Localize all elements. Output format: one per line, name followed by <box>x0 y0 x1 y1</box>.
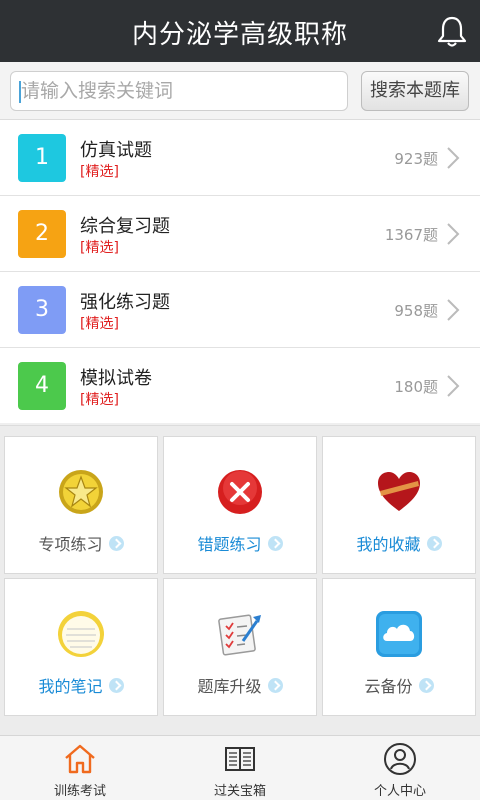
chevron-right-icon <box>108 536 124 551</box>
item-tag: [精选] <box>80 392 119 408</box>
grid-item-special-practice[interactable]: 专项练习 <box>4 436 158 574</box>
item-title: 强化练习题 <box>80 292 170 313</box>
page-title: 内分泌学高级职称 <box>131 20 348 50</box>
nav-item-profile[interactable]: 个人中心 <box>320 736 480 800</box>
wrong-x-icon <box>218 470 262 514</box>
grid-item-cloud-backup[interactable]: 云备份 <box>322 578 476 716</box>
home-icon <box>65 744 95 774</box>
grid-item-bank-upgrade[interactable]: 题库升级 <box>163 578 317 716</box>
chevron-right-icon <box>418 678 434 693</box>
number-badge: 2 <box>18 210 66 258</box>
chevron-right-icon <box>447 299 460 321</box>
grid-label: 云备份 <box>364 677 413 696</box>
item-title: 模拟试卷 <box>80 368 152 389</box>
nav-item-training[interactable]: 训练考试 <box>0 736 160 800</box>
list-item[interactable]: 4 模拟试卷 [精选] 180题 <box>0 348 480 423</box>
cloud-backup-icon <box>376 611 422 657</box>
grid-label: 我的笔记 <box>38 677 103 696</box>
grid-item-my-favorites[interactable]: 我的收藏 <box>322 436 476 574</box>
text-caret <box>19 81 21 103</box>
item-title: 综合复习题 <box>80 216 170 237</box>
item-tag: [精选] <box>80 316 119 332</box>
chevron-right-icon <box>447 375 460 397</box>
grid-label: 题库升级 <box>197 677 262 696</box>
item-count: 180题 <box>394 378 438 396</box>
chevron-right-icon <box>447 223 460 245</box>
search-input[interactable] <box>10 71 348 111</box>
nav-label: 训练考试 <box>53 784 106 799</box>
grid-label: 专项练习 <box>38 535 103 554</box>
list-item[interactable]: 3 强化练习题 [精选] 958题 <box>0 272 480 348</box>
item-title: 仿真试题 <box>80 140 152 161</box>
chevron-right-icon <box>447 147 460 169</box>
nav-label: 过关宝箱 <box>213 784 266 799</box>
search-button[interactable]: 搜索本题库 <box>361 71 469 111</box>
chevron-right-icon <box>108 678 124 693</box>
notepad-icon <box>58 611 104 657</box>
number-badge: 4 <box>18 362 66 410</box>
list-item[interactable]: 1 仿真试题 [精选] 923题 <box>0 120 480 196</box>
chevron-right-icon <box>267 678 283 693</box>
nav-item-treasure[interactable]: 过关宝箱 <box>160 736 320 800</box>
book-icon <box>225 747 255 771</box>
chevron-right-icon <box>267 536 283 551</box>
feature-grid: 专项练习 错题练习 我的收藏 我的笔记 题库升级 云备份 <box>0 425 480 735</box>
grid-item-my-notes[interactable]: 我的笔记 <box>4 578 158 716</box>
item-tag: [精选] <box>80 240 119 256</box>
app-header: 内分泌学高级职称 <box>0 0 480 62</box>
nav-label: 个人中心 <box>373 784 426 799</box>
grid-item-wrong-questions[interactable]: 错题练习 <box>163 436 317 574</box>
list-item[interactable]: 2 综合复习题 [精选] 1367题 <box>0 196 480 272</box>
search-bar: 搜索本题库 <box>0 62 480 120</box>
grid-label: 错题练习 <box>197 535 262 554</box>
bell-icon[interactable] <box>436 15 468 49</box>
item-count: 923题 <box>394 150 438 168</box>
item-count: 1367题 <box>384 226 438 244</box>
chevron-right-icon <box>426 536 442 551</box>
checklist-upgrade-icon <box>218 614 261 656</box>
grid-label: 我的收藏 <box>356 535 421 554</box>
heart-favorite-icon <box>378 472 420 511</box>
question-bank-list: 1 仿真试题 [精选] 923题 2 综合复习题 [精选] 1367题 3 强化… <box>0 120 480 423</box>
item-count: 958题 <box>394 302 438 320</box>
user-icon <box>384 743 416 775</box>
number-badge: 3 <box>18 286 66 334</box>
bottom-nav: 训练考试 过关宝箱 个人中心 <box>0 735 480 800</box>
star-medal-icon <box>59 470 103 514</box>
item-tag: [精选] <box>80 164 119 180</box>
number-badge: 1 <box>18 134 66 182</box>
